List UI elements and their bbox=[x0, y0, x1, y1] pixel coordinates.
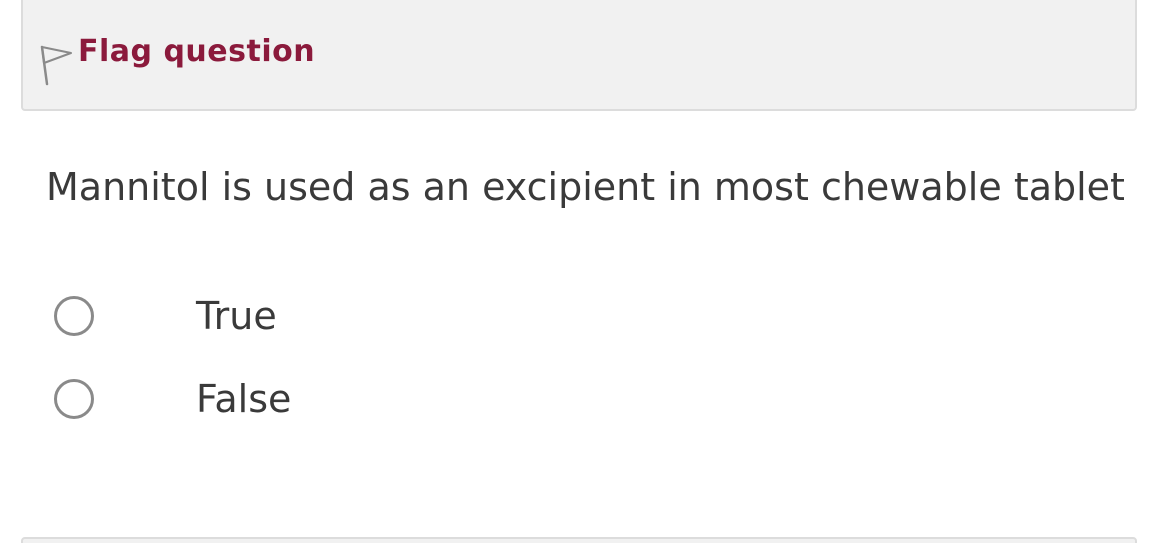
quiz-page: Flag question Mannitol is used as an exc… bbox=[0, 0, 1170, 543]
question-info-panel: Flag question bbox=[21, 0, 1137, 111]
flag-icon bbox=[38, 43, 76, 87]
answer-option-true[interactable]: True bbox=[54, 291, 454, 341]
radio-false[interactable] bbox=[54, 379, 94, 419]
flag-question-label: Flag question bbox=[78, 34, 316, 69]
question-text: Mannitol is used as an excipient in most… bbox=[46, 165, 1125, 209]
answer-option-false[interactable]: False bbox=[54, 374, 454, 424]
answer-label-false: False bbox=[196, 377, 292, 421]
answer-label-true: True bbox=[196, 294, 277, 338]
flag-question-link[interactable]: Flag question bbox=[38, 34, 315, 87]
radio-true[interactable] bbox=[54, 296, 94, 336]
next-question-panel bbox=[21, 537, 1137, 543]
